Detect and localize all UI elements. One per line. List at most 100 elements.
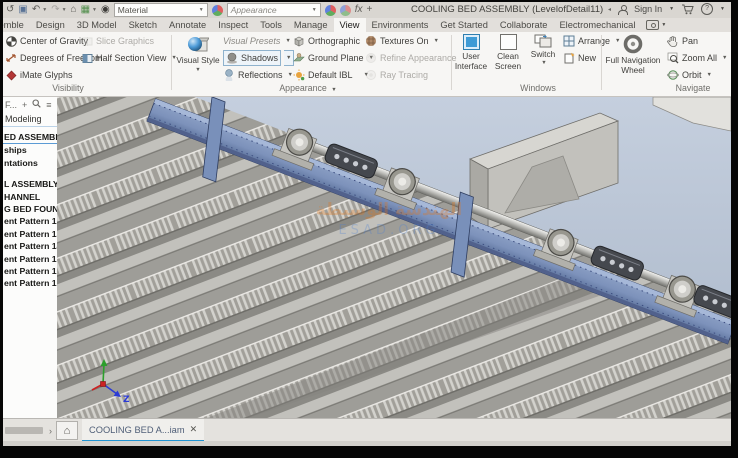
new-window-button[interactable]: New: [563, 51, 596, 65]
pan-button[interactable]: Pan: [667, 34, 698, 48]
tab-view[interactable]: View: [334, 18, 366, 32]
3d-viewport[interactable]: الهندسة الوسيطة ESAD.ORG Z: [57, 97, 731, 418]
tree-item-pattern-14[interactable]: ent Pattern 14:1: [3, 240, 57, 252]
tab-assemble[interactable]: Assemble: [3, 18, 30, 32]
tab-get-started[interactable]: Get Started: [434, 18, 494, 32]
tree-item-pattern-17[interactable]: ent Pattern 17:1: [3, 277, 57, 289]
tab-inspect[interactable]: Inspect: [212, 18, 254, 32]
bottom-strip: [3, 441, 731, 446]
scroll-right-icon[interactable]: ›: [49, 426, 52, 436]
appearance-dropdown[interactable]: Appearance ▼: [227, 3, 321, 17]
view-dropdown-icon[interactable]: ▼: [92, 7, 97, 13]
visual-presets-dropdown[interactable]: Visual Presets ▼: [223, 34, 291, 48]
tab-manage[interactable]: Manage: [288, 18, 334, 32]
slice-graphics-icon: [81, 35, 93, 47]
tree-item-representations[interactable]: ntations: [3, 157, 57, 169]
browser-filter-label[interactable]: F...: [5, 100, 17, 110]
color-wheel-icon[interactable]: [212, 5, 223, 16]
arrange-icon: [563, 35, 575, 47]
half-section-view-button[interactable]: Half Section View ▼: [81, 51, 177, 65]
z-axis-label: Z: [123, 395, 130, 405]
sync-icon[interactable]: ↺: [6, 4, 14, 16]
clean-screen-button[interactable]: Clean Screen: [491, 34, 525, 71]
home-tab-icon: ⌂: [64, 425, 71, 437]
imate-glyphs-button[interactable]: iMate Glyphs: [5, 68, 73, 82]
tree-item-pattern-12[interactable]: ent Pattern 12:1: [3, 215, 57, 227]
browser-add-icon[interactable]: +: [22, 100, 27, 110]
new-window-icon: [563, 52, 575, 64]
visual-style-button[interactable]: Visual Style ▼: [175, 34, 221, 73]
undo-dropdown-icon[interactable]: ▼: [42, 7, 47, 13]
tree-item-pattern-13[interactable]: ent Pattern 13:1: [3, 228, 57, 240]
main-area: F... + ≡ Modeling ED ASSEMBLY.ia ships n…: [3, 97, 731, 418]
user-interface-button[interactable]: User Interface: [453, 34, 489, 71]
navigate-group-label: Navigate: [643, 83, 731, 93]
isometric-view-icon[interactable]: ▦: [81, 4, 90, 16]
reflections-icon: [223, 69, 235, 81]
browser-mode-dropdown[interactable]: Modeling: [3, 111, 57, 127]
tree-item-foundation[interactable]: G BED FOUNDATI: [3, 203, 57, 215]
visual-style-caret-icon: ▼: [175, 67, 221, 73]
screen-record-button[interactable]: ▼: [641, 18, 671, 32]
store-cart-icon[interactable]: [681, 4, 694, 15]
parameters-fx-button[interactable]: fx: [355, 4, 363, 16]
reflections-button[interactable]: Reflections ▼: [223, 68, 293, 82]
zoom-all-caret-icon: ▼: [722, 55, 727, 61]
tab-electromechanical[interactable]: Electromechanical: [553, 18, 641, 32]
redo-icon[interactable]: ↷: [51, 4, 59, 16]
clear-color-icon[interactable]: [340, 5, 351, 16]
orthographic-icon: [293, 35, 305, 47]
appearance-group-caret-icon: ▼: [331, 87, 336, 93]
ray-tracing-icon: [365, 69, 377, 81]
switch-windows-button[interactable]: Switch ▼: [527, 34, 559, 66]
home-icon[interactable]: ⌂: [71, 4, 77, 16]
tab-3d-model[interactable]: 3D Model: [71, 18, 123, 32]
help-caret-icon[interactable]: ▼: [720, 6, 725, 12]
document-tab-cooling-bed[interactable]: COOLING BED A...iam ✕: [82, 419, 204, 442]
sign-in-caret-icon[interactable]: ▼: [669, 6, 674, 12]
model-scene: الهندسة الوسيطة ESAD.ORG Z: [57, 97, 731, 418]
tree-item-channel[interactable]: HANNEL: [3, 191, 57, 203]
tree-item-pattern-16[interactable]: ent Pattern 16:1: [3, 265, 57, 277]
user-interface-icon: [463, 34, 480, 50]
customize-plus-icon[interactable]: +: [367, 4, 373, 16]
orthographic-button[interactable]: Orthographic ▼: [293, 34, 370, 48]
default-ibl-dropdown[interactable]: Default IBL ▼: [293, 68, 369, 82]
sign-in-button[interactable]: Sign In: [634, 4, 662, 14]
home-view-button[interactable]: ⌂: [56, 421, 78, 440]
browser-hscrollbar[interactable]: [5, 427, 43, 434]
ground-plane-button[interactable]: Ground Plane ▼: [293, 51, 374, 65]
appearance-sphere-icon[interactable]: ◉: [101, 4, 110, 16]
visual-style-label: Visual Style: [175, 56, 221, 66]
center-of-gravity-button[interactable]: Center of Gravity: [5, 34, 88, 48]
tab-tools[interactable]: Tools: [254, 18, 288, 32]
undo-icon[interactable]: ↶: [32, 4, 40, 16]
tab-collaborate[interactable]: Collaborate: [494, 18, 554, 32]
shadows-button[interactable]: Shadows ▼: [223, 51, 294, 65]
full-navigation-wheel-button[interactable]: Full Navigation Wheel: [605, 34, 661, 75]
tab-environments[interactable]: Environments: [366, 18, 435, 32]
redo-dropdown-icon[interactable]: ▼: [62, 7, 67, 13]
tree-item-subassembly[interactable]: L ASSEMBLY 2:1: [3, 178, 57, 190]
tab-annotate[interactable]: Annotate: [163, 18, 212, 32]
tab-sketch[interactable]: Sketch: [123, 18, 163, 32]
record-caret-icon: ▼: [661, 22, 666, 28]
help-icon[interactable]: ?: [701, 3, 713, 15]
material-dropdown[interactable]: Material ▼: [114, 3, 208, 17]
tab-design[interactable]: Design: [30, 18, 71, 32]
model-browser-panel: F... + ≡ Modeling ED ASSEMBLY.ia ships n…: [3, 97, 58, 418]
tree-item-relationships[interactable]: ships: [3, 144, 57, 156]
windows-group-label: Windows: [483, 83, 593, 93]
zoom-all-button[interactable]: Zoom All ▼: [667, 51, 727, 65]
document-tab-close-icon[interactable]: ✕: [190, 424, 198, 435]
tree-item-pattern-15[interactable]: ent Pattern 15:1: [3, 253, 57, 265]
appearance-group-label[interactable]: Appearance ▼: [248, 83, 368, 93]
browser-search-icon[interactable]: [32, 99, 41, 110]
collapse-icon[interactable]: ◂: [608, 6, 611, 13]
browser-menu-icon[interactable]: ≡: [46, 100, 51, 110]
textures-on-button[interactable]: Textures On ▼: [365, 34, 439, 48]
tree-item-assembly-root[interactable]: ED ASSEMBLY.ia: [3, 131, 57, 144]
save-icon[interactable]: ▣: [18, 4, 27, 16]
orbit-button[interactable]: Orbit ▼: [667, 68, 712, 82]
adjust-color-icon[interactable]: [325, 5, 336, 16]
